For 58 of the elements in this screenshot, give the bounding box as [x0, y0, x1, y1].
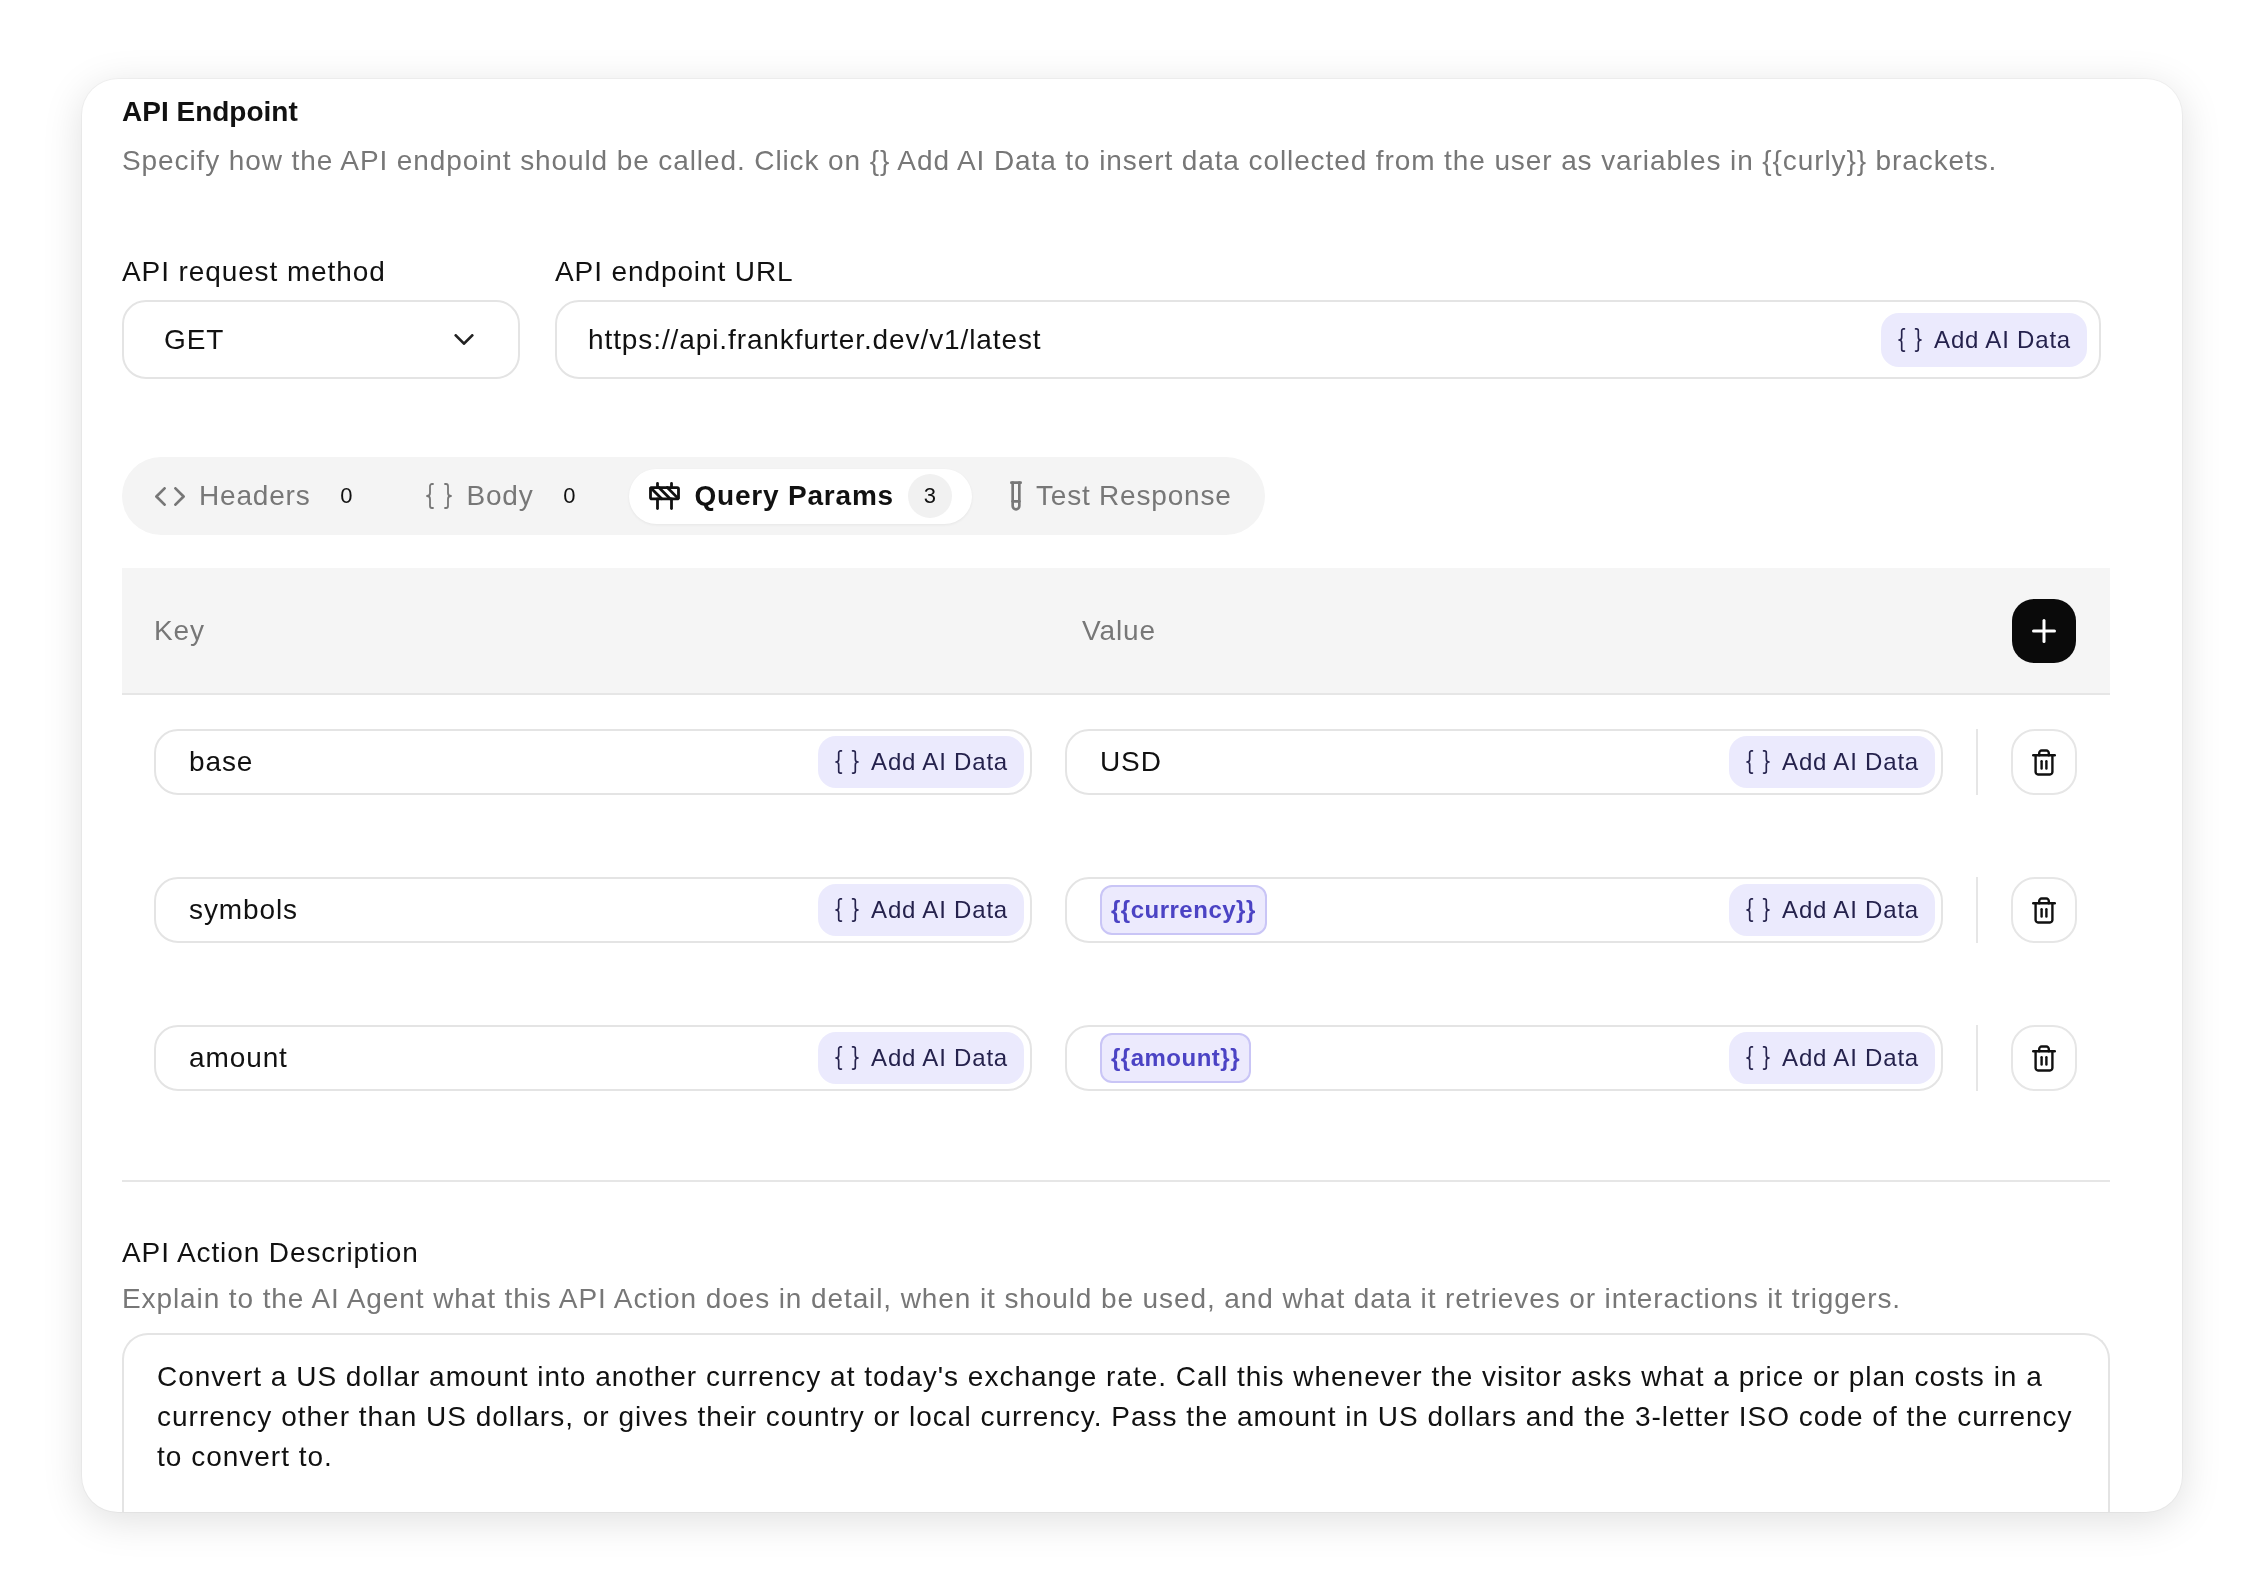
braces-icon — [835, 750, 860, 774]
braces-icon — [835, 898, 860, 922]
chevron-down-icon — [454, 334, 474, 345]
column-header: Value — [1081, 614, 1158, 647]
section-description: Specify how the API endpoint should be called. Click on {} Add AI Data to insert data collected from the user as variables in {{curly}} brackets. — [122, 144, 1999, 178]
braces-icon — [835, 1046, 860, 1070]
description-textarea[interactable]: Convert a US dollar amount into another currency at today's exchange rate. Call this whenever the visitor asks what a price or plan costs in a currency other than US dollars, or gives their country or local currency. Pass the amount in US dollars and the 3-letter ISO code of the currency to convert to. — [122, 1333, 2110, 1512]
delete-button[interactable] — [2011, 877, 2077, 943]
count-badge: 3 — [907, 474, 952, 518]
tab[interactable]: Headers 0 — [135, 468, 389, 524]
count-label: 0 — [339, 482, 354, 510]
field-text: USD — [1100, 746, 1162, 778]
tab[interactable]: Query Params 3 — [629, 468, 972, 524]
value-field[interactable]: USD Add AI Data — [1065, 729, 1943, 795]
variable-chip: {{currency}} — [1100, 885, 1267, 935]
tab[interactable]: Test Response — [989, 468, 1252, 524]
tab[interactable]: Body 0 — [406, 468, 612, 524]
trash-icon — [2032, 896, 2056, 924]
section-description: Explain to the AI Agent what this API Action does in detail, when it should be used, and what data it retrieves or interactions it triggers. — [122, 1282, 1902, 1316]
braces-icon — [1898, 327, 1923, 352]
delete-button[interactable] — [2011, 729, 2077, 795]
column-header: Key — [154, 614, 206, 647]
key-field[interactable]: base Add AI Data — [154, 729, 1032, 795]
variable-chip: {{amount}} — [1100, 1033, 1252, 1083]
key-field[interactable]: amount Add AI Data — [154, 1025, 1032, 1091]
add-ai-data-button[interactable]: Add AI Data — [818, 884, 1024, 936]
add-ai-data-button[interactable]: Add AI Data — [1729, 736, 1935, 788]
plus-icon — [2032, 618, 2056, 643]
delete-button[interactable] — [2011, 1025, 2077, 1091]
section-title: API Endpoint — [122, 95, 299, 129]
field-label: API request method — [122, 255, 387, 289]
code-icon — [155, 486, 185, 506]
field-text: https://api.frankfurter.dev/v1/latest — [588, 323, 1042, 356]
add-ai-data-button[interactable]: Add AI Data — [818, 736, 1024, 788]
trash-icon — [2032, 748, 2056, 776]
url-field[interactable]: https://api.frankfurter.dev/v1/latest Add AI Data — [555, 300, 2101, 379]
field-label: API endpoint URL — [555, 255, 795, 289]
value-field[interactable]: {{currency}} Add AI Data — [1065, 877, 1943, 943]
add-ai-data-button[interactable]: Add AI Data — [1729, 1032, 1935, 1084]
barrier-icon — [649, 482, 681, 510]
braces-icon — [1746, 1046, 1771, 1070]
add-param-button[interactable] — [2012, 598, 2076, 663]
braces-icon — [1746, 898, 1771, 922]
key-field[interactable]: symbols Add AI Data — [154, 877, 1032, 943]
section-title: API Action Description — [122, 1236, 420, 1270]
field-text: base — [189, 746, 254, 778]
add-ai-data-button[interactable]: Add AI Data — [818, 1032, 1024, 1084]
add-ai-data-button[interactable]: Add AI Data — [1881, 312, 2087, 367]
braces-icon — [1746, 750, 1771, 774]
add-ai-data-button[interactable]: Add AI Data — [1729, 884, 1935, 936]
count-label: 0 — [562, 482, 577, 510]
method-dropdown[interactable]: GET — [122, 300, 520, 379]
test-tube-icon — [1009, 481, 1022, 511]
braces-icon — [426, 483, 453, 509]
field-text: amount — [189, 1042, 288, 1074]
value-field[interactable]: {{amount}} Add AI Data — [1065, 1025, 1943, 1091]
trash-icon — [2032, 1044, 2056, 1072]
field-text: symbols — [189, 894, 298, 926]
